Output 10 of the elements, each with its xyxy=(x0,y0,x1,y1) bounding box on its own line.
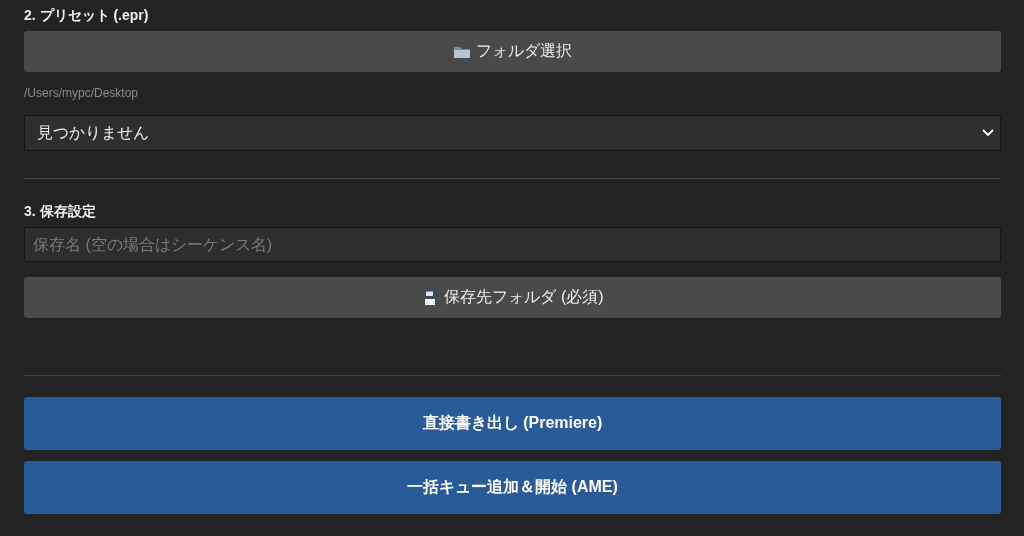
save-folder-button[interactable]: 保存先フォルダ (必須) xyxy=(24,277,1001,318)
section-heading: 3. 保存設定 xyxy=(24,202,96,220)
folder-select-button[interactable]: フォルダ選択 xyxy=(24,31,1001,72)
section-heading: 2. プリセット (.epr) xyxy=(24,6,149,24)
save-name-field[interactable]: 保存名 (空の場合はシーケンス名) xyxy=(24,227,1001,262)
preset-dropdown[interactable]: 見つかりません xyxy=(24,115,1001,151)
export-button[interactable]: 一括キュー追加＆開始 (AME) xyxy=(24,461,1001,514)
chevron-down-icon xyxy=(982,129,994,137)
folder-path: /Users/mypc/Desktop xyxy=(24,86,139,100)
export-button[interactable]: 直接書き出し (Premiere) xyxy=(24,397,1001,450)
